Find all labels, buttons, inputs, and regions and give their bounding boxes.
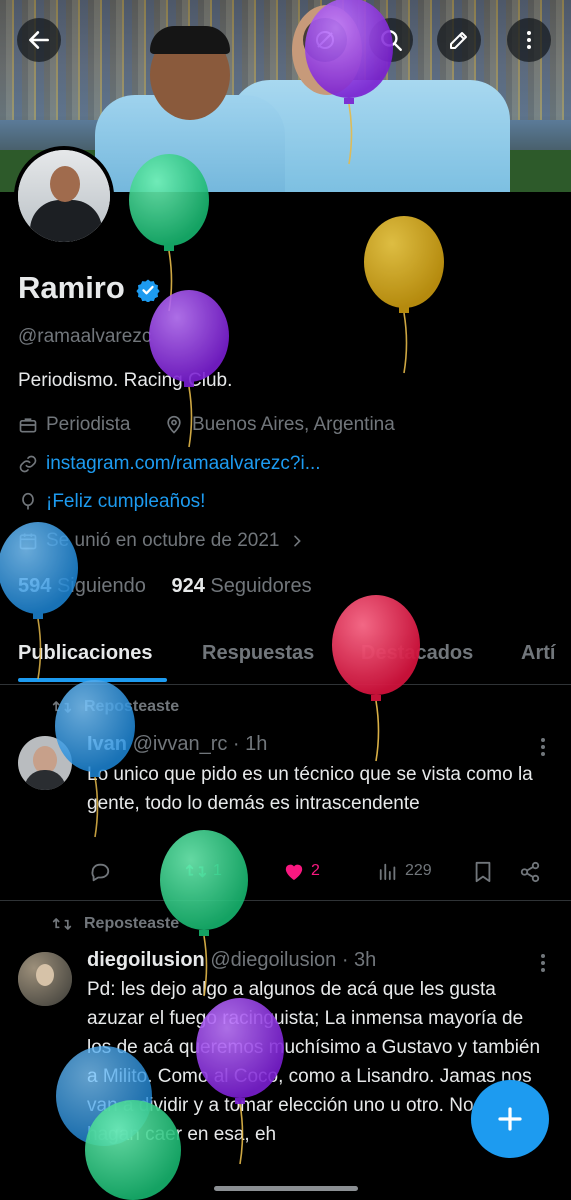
repost-indicator: Reposteaste — [52, 915, 179, 933]
plus-icon — [498, 1107, 522, 1131]
search-button[interactable] — [369, 18, 413, 62]
repost-icon — [52, 701, 72, 713]
verified-badge-icon — [136, 279, 160, 302]
repost-icon — [52, 918, 72, 930]
arrow-left-icon — [29, 31, 49, 49]
post-actions: 1 2 229 — [87, 861, 547, 885]
post-author: diegoilusion @diegoilusion · 3h — [87, 949, 376, 972]
like-count: 2 — [311, 862, 320, 879]
profile-avatar[interactable] — [14, 146, 114, 246]
tab-respuestas[interactable]: Respuestas — [202, 642, 314, 665]
bar-chart-icon — [379, 863, 396, 881]
followers-link[interactable]: 924 Seguidores — [171, 575, 311, 597]
author-handle: @diegoilusion · 3h — [210, 949, 377, 971]
joined-label: Se unió en octubre de 2021 — [46, 530, 280, 551]
chevron-right-icon — [294, 535, 302, 547]
repost-indicator: Reposteaste — [52, 698, 179, 716]
views-button[interactable]: 229 — [377, 861, 432, 881]
profile-joined[interactable]: Se unió en octubre de 2021 — [18, 530, 313, 552]
avatar[interactable] — [18, 952, 72, 1006]
profile-birthday: ¡Feliz cumpleaños! — [18, 491, 205, 513]
like-button[interactable]: 2 — [283, 861, 320, 881]
author-name[interactable]: Ivan — [87, 733, 127, 755]
avatar-face — [50, 166, 80, 202]
birthday-label: ¡Feliz cumpleaños! — [46, 491, 206, 512]
following-label: Siguiendo — [56, 575, 146, 597]
followers-label: Seguidores — [210, 575, 312, 597]
repost-button[interactable]: 1 — [185, 861, 222, 881]
profile-profession: Periodista — [18, 414, 131, 436]
more-vertical-icon[interactable] — [535, 952, 551, 974]
compose-button[interactable] — [471, 1080, 549, 1158]
tab-publicaciones[interactable]: Publicaciones — [18, 642, 153, 665]
reply-icon — [91, 863, 110, 882]
repost-label: Reposteaste — [84, 915, 180, 932]
link-icon — [19, 455, 37, 473]
profile-bio: Periodismo. Racing Club. — [18, 370, 233, 391]
website-link[interactable]: instagram.com/ramaalvarezc?i... — [46, 453, 321, 475]
calendar-icon — [19, 533, 37, 550]
more-vertical-icon[interactable] — [535, 736, 551, 758]
post-item[interactable]: Reposteaste Ivan @ivvan_rc · 1h Lo unico… — [0, 684, 571, 900]
avatar[interactable] — [18, 736, 72, 790]
player-left-hair — [150, 26, 230, 54]
profession-label: Periodista — [46, 414, 131, 435]
bookmark-icon — [475, 861, 491, 883]
edit-icon — [450, 32, 467, 49]
author-handle: @ivvan_rc · 1h — [132, 733, 268, 755]
post-author: Ivan @ivvan_rc · 1h — [87, 733, 267, 756]
balloon-icon — [22, 492, 34, 510]
location-pin-icon — [167, 415, 181, 434]
balloon-yellow — [364, 216, 444, 374]
post-item[interactable]: Reposteaste diegoilusion @diegoilusion ·… — [0, 901, 571, 1200]
repost-label: Reposteaste — [84, 698, 180, 715]
location-label: Buenos Aires, Argentina — [192, 414, 395, 435]
back-button[interactable] — [17, 18, 61, 62]
profile-location: Buenos Aires, Argentina — [164, 414, 395, 436]
share-button[interactable] — [519, 861, 547, 883]
bookmark-button[interactable] — [473, 861, 499, 883]
grok-icon — [316, 31, 334, 49]
avatar-body — [30, 200, 102, 242]
tab-destacados[interactable]: Destacados — [361, 642, 473, 665]
following-link[interactable]: 594 Siguiendo — [18, 575, 146, 597]
repost-count: 1 — [213, 862, 222, 879]
post-text: Lo unico que pido es un técnico que se v… — [87, 764, 533, 814]
grok-button[interactable] — [303, 18, 347, 62]
profile-name: Ramiro — [18, 270, 125, 305]
tab-articulos[interactable]: Artí — [521, 642, 555, 665]
author-name[interactable]: diegoilusion — [87, 949, 205, 971]
repost-icon — [185, 864, 207, 878]
briefcase-icon — [19, 418, 37, 433]
active-tab-indicator — [18, 678, 167, 682]
edit-button[interactable] — [437, 18, 481, 62]
views-count: 229 — [405, 862, 432, 879]
search-icon — [381, 30, 402, 51]
heart-filled-icon — [285, 864, 303, 881]
profile-website[interactable]: instagram.com/ramaalvarezc?i... — [18, 453, 321, 475]
reply-button[interactable] — [89, 861, 117, 883]
following-count: 594 — [18, 575, 52, 597]
more-options-button[interactable] — [507, 18, 551, 62]
share-icon — [520, 861, 540, 883]
followers-count: 924 — [171, 575, 205, 597]
home-indicator[interactable] — [214, 1186, 358, 1191]
follow-stats: 594 Siguiendo 924 Seguidores — [18, 575, 312, 598]
profile-handle: @ramaalvarezc — [18, 326, 152, 347]
more-vertical-icon — [527, 31, 531, 49]
